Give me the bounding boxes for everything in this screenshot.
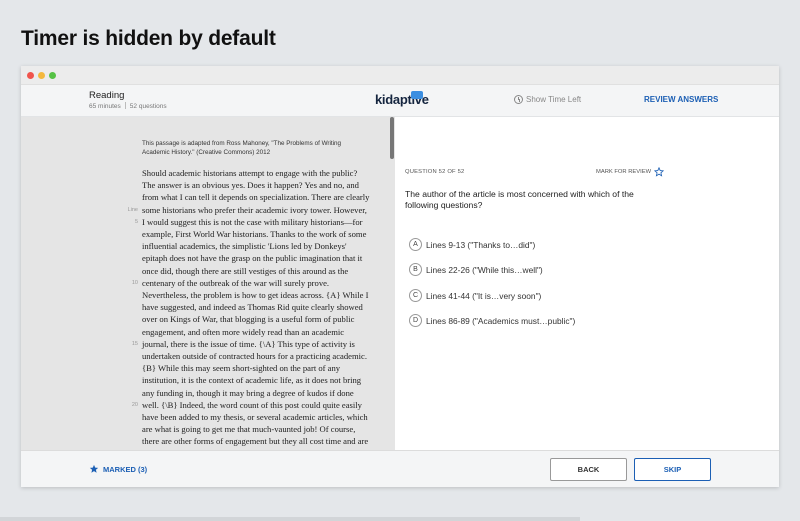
passage-line-text: {B} While this may seem short-sighted on… [142,363,341,374]
passage-line-text: any funding in, though it may bring a de… [142,387,354,398]
choice-text: Lines 41-44 ("It is…very soon") [426,290,542,301]
bottom-bar: MARKED (3) BACK SKIP [21,450,779,487]
passage-intro: This passage is adapted from Ross Mahone… [142,139,342,157]
answer-choice-b[interactable]: B Lines 22-26 ("While this…well") [409,263,543,276]
passage-line-text: Should academic historians attempt to en… [142,168,358,178]
logo-badge-icon [411,91,423,99]
passage-line-text: some historians who prefer their academi… [142,204,367,215]
passage-line: undertaken outside of contracted hours f… [142,350,368,362]
passage-line-text: centenary of the outbreak of the war wil… [142,277,330,288]
passage-scrollbar[interactable] [390,117,394,159]
maximize-window-button[interactable] [49,72,56,79]
passage-line-text: epitaph does not have the grasp on the p… [142,253,363,264]
passage-line-text: example, First World War historians. Tha… [142,229,367,240]
window-titlebar [21,66,779,85]
passage-line: influential academics, the simplistic 'L… [142,240,364,252]
section-meta: 65 minutes 52 questions [89,102,167,110]
passage-line: 5 I would suggest this is not the case wi… [135,216,364,228]
passage-pane[interactable]: This passage is adapted from Ross Mahone… [21,117,395,450]
bottom-strip [0,517,580,521]
choice-letter: A [409,238,422,251]
clock-icon [514,95,523,104]
passage-intro-line: This passage is adapted from Ross Mahone… [142,140,342,147]
passage-line: The answer is an obvious yes. Does it ha… [142,179,364,191]
marked-label: MARKED (3) [103,464,148,474]
passage-line-text: well. {\B} Indeed, the word count of thi… [142,399,362,410]
star-filled-icon [89,464,99,473]
passage-line-text: over on Kings of War, that blogging is a… [142,314,355,325]
passage-line: institution, it is the context of academ… [142,374,364,386]
question-number: QUESTION 52 OF 52 [405,169,465,175]
answer-choice-c[interactable]: C Lines 41-44 ("It is…very soon") [409,289,541,302]
passage-line-text: from what I can tell it depends on speci… [142,192,370,203]
top-bar: Reading 65 minutes 52 questions kidaptive… [21,85,779,117]
choice-text: Lines 22-26 ("While this…well") [426,264,543,275]
passage-line: are what is going to get me that much-va… [142,423,364,435]
passage-line-text: The answer is an obvious yes. Does it ha… [142,180,359,191]
passage-line-text: engagement, and often more widely read t… [142,326,345,337]
section-title: Reading [89,90,125,101]
passage-line: have been added to my thesis, or several… [142,411,368,423]
star-outline-icon [654,167,665,177]
passage-line: from what I can tell it depends on speci… [142,191,369,203]
passage-line-text: there are other forms of engagement but … [142,436,369,447]
passage-line-text: institution, it is the context of academ… [142,375,362,386]
passage-line: any funding in, though it may bring a de… [142,387,364,399]
section-minutes: 65 minutes [89,103,121,110]
line-number: 5 [134,218,138,225]
passage-line: example, First World War historians. Tha… [142,228,367,240]
passage-text: Should academic historians attempt to en… [128,167,370,450]
minimize-window-button[interactable] [38,72,45,79]
passage-line-text: journal, there is the issue of time. {\A… [142,338,355,349]
answer-choice-a[interactable]: A Lines 9-13 ("Thanks to…did") [409,238,535,251]
answer-choice-d[interactable]: D Lines 86-89 ("Academics must…public") [409,314,575,327]
passage-line: Line some historians who prefer their aca… [128,204,367,216]
passage-line-text: have suggested, and indeed as Thomas Rid… [142,302,363,313]
question-pane: QUESTION 52 OF 52 MARK FOR REVIEW The au… [395,117,779,450]
show-time-left-button[interactable]: Show Time Left [514,95,581,104]
line-number: Line [127,206,138,213]
passage-line: Should academic historians attempt to en… [142,167,364,179]
review-answers-link[interactable]: REVIEW ANSWERS [644,95,718,104]
choice-letter: D [409,314,422,327]
line-number: 20 [131,401,138,408]
section-question-count: 52 questions [129,103,167,110]
marked-questions-button[interactable]: MARKED (3) [89,464,147,474]
passage-line: there are other forms of engagement but … [142,435,368,447]
back-button[interactable]: BACK [550,458,627,481]
passage-line: {B} While this may seem short-sighted on… [142,362,364,374]
passage-line: Nevertheless, the problem is how to get … [142,289,368,301]
app-window: Reading 65 minutes 52 questions kidaptive… [21,66,779,487]
passage-line-text: I would suggest this is not the case wit… [142,216,363,227]
choice-text: Lines 86-89 ("Academics must…public") [426,315,576,326]
line-number: 10 [131,279,138,286]
mark-for-review-label: MARK FOR REVIEW [596,169,652,175]
passage-line: epitaph does not have the grasp on the p… [142,252,364,264]
show-time-label: Show Time Left [526,95,582,104]
choice-text: Lines 9-13 ("Thanks to…did") [426,239,536,250]
mark-for-review-button[interactable]: MARK FOR REVIEW [596,167,665,177]
passage-line-text: once did, though there are still vestige… [142,265,349,276]
passage-line: over on Kings of War, that blogging is a… [142,313,364,325]
passage-line: have suggested, and indeed as Thomas Rid… [142,301,364,313]
passage-line: engagement, and often more widely read t… [142,326,364,338]
choice-letter: C [409,289,422,302]
close-window-button[interactable] [27,72,34,79]
skip-button[interactable]: SKIP [634,458,711,481]
passage-line-text: influential academics, the simplistic 'L… [142,241,347,252]
passage-line-text: have been added to my thesis, or several… [142,412,368,423]
passage-line-text: are what is going to get me that much-va… [142,424,356,435]
passage-line: once did, though there are still vestige… [142,265,364,277]
passage-line: 10 centenary of the outbreak of the war w… [132,277,364,289]
passage-line: 20 well. {\B} Indeed, the word count of t… [132,399,364,411]
passage-line-text: undertaken outside of contracted hours f… [142,351,368,362]
meta-divider [124,102,126,109]
line-number: 15 [131,340,138,347]
question-text: The author of the article is most concer… [405,189,634,210]
passage-intro-line: Academic History." (Creative Commons) 20… [142,149,271,156]
page-heading: Timer is hidden by default [21,27,276,50]
passage-line-text: Nevertheless, the problem is how to get … [142,290,369,301]
passage-line: 15 journal, there is the issue of time. {… [132,338,364,350]
choice-letter: B [409,263,422,276]
